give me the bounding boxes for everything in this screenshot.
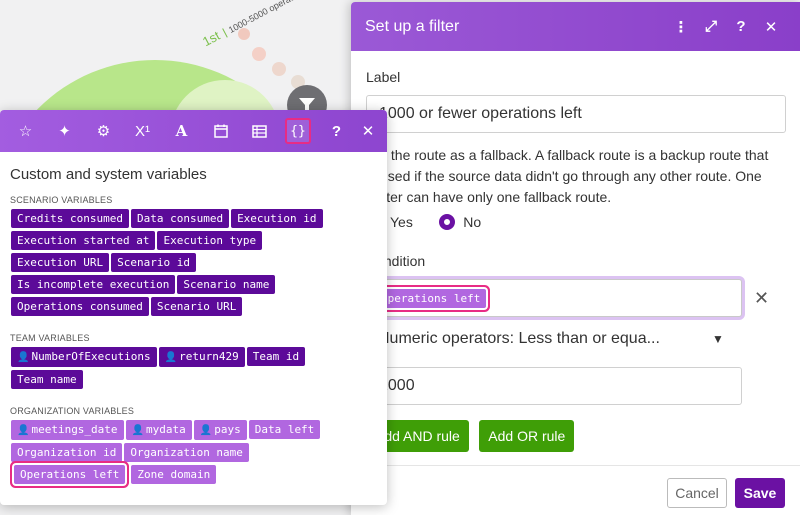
variable-pill[interactable]: Team name <box>11 370 83 389</box>
filter-panel-footer: Cancel Save <box>351 465 800 515</box>
help-icon[interactable]: ? <box>317 115 356 147</box>
variables-picker-panel: ☆ ✦ ⚙ X¹ A {} ? ✕ Custom and system vari… <box>0 110 387 505</box>
user-icon: 👤 <box>17 352 30 363</box>
custom-variable-pill[interactable]: 👤 pays <box>193 420 247 440</box>
custom-variable-pill[interactable]: 👤 return429 <box>158 347 245 367</box>
route-name: 1000-5000 operations <box>222 0 309 38</box>
variable-pill[interactable]: Execution type <box>157 231 263 250</box>
variables-icon[interactable]: {} <box>285 118 311 144</box>
filter-panel-title: Set up a filter <box>365 17 460 35</box>
variable-pill[interactable]: Scenario name <box>177 275 276 294</box>
user-icon: 👤 <box>164 352 178 363</box>
fallback-description: Set the route as a fallback. A fallback … <box>366 147 769 205</box>
fallback-radio-group: Yes No <box>366 214 785 235</box>
superscript-icon[interactable]: X¹ <box>123 115 162 147</box>
variable-pill[interactable]: Execution URL <box>11 253 110 272</box>
route-dot <box>252 47 266 61</box>
calendar-icon[interactable] <box>201 115 240 147</box>
fallback-no-radio[interactable]: No <box>439 214 481 230</box>
filter-setup-panel: Set up a filter ⋮ ⤢ ? ✕ Label 1000 or fe… <box>351 2 800 515</box>
group-title-team: TEAM VARIABLES <box>10 333 90 343</box>
variable-pill[interactable]: Credits consumed <box>11 209 129 228</box>
variable-pill[interactable]: Organization id <box>11 443 123 462</box>
variable-pill[interactable]: Execution id <box>231 209 323 228</box>
custom-variable-pill[interactable]: 👤 meetings_date <box>11 420 124 440</box>
cancel-button[interactable]: Cancel <box>667 478 727 508</box>
variable-pill[interactable]: Is incomplete execution <box>11 275 176 294</box>
sparkle-icon[interactable]: ✦ <box>45 115 84 147</box>
custom-variable-pill[interactable]: 👤 mydata <box>125 420 192 440</box>
variable-pill[interactable]: Data consumed <box>130 209 230 228</box>
compare-value-input[interactable]: 1000 <box>366 367 742 405</box>
team-variables-list: 👤 NumberOfExecutions 👤 return429 Team id Tea… <box>0 347 360 392</box>
variables-picker-toolbar: ☆ ✦ ⚙ X¹ A {} ? ✕ <box>0 110 387 152</box>
route-order: 1st <box>200 27 223 50</box>
help-icon[interactable]: ? <box>726 18 756 35</box>
user-icon: 👤 <box>199 425 213 436</box>
operator-select[interactable]: Numeric operators: Less than or equa... … <box>366 321 785 357</box>
gear-icon[interactable]: ⚙ <box>84 115 123 147</box>
variable-pill[interactable]: Data left <box>248 420 321 439</box>
star-icon[interactable]: ☆ <box>6 115 45 147</box>
condition-heading: Condition <box>366 253 426 269</box>
add-or-rule-button[interactable]: Add OR rule <box>479 420 575 452</box>
user-icon: 👤 <box>131 425 144 436</box>
variable-pill[interactable]: Scenario URL <box>150 297 243 316</box>
custom-variable-pill[interactable]: 👤 NumberOfExecutions <box>11 347 157 367</box>
label-input[interactable]: 1000 or fewer operations left <box>366 95 786 133</box>
save-button[interactable]: Save <box>735 478 785 508</box>
variable-pill[interactable]: Execution started at <box>11 231 156 250</box>
variable-pill[interactable]: Operations consumed <box>11 297 149 316</box>
table-icon[interactable] <box>240 115 279 147</box>
variable-pill-selected[interactable]: Operations left <box>14 465 126 484</box>
variable-pill[interactable]: Organization name <box>124 443 249 462</box>
route-dot <box>272 62 286 76</box>
operator-select-value: Numeric operators: Less than or equa... <box>378 330 660 347</box>
delete-condition-icon[interactable]: ✕ <box>754 288 769 309</box>
scenario-variables-list: Credits consumed Data consumed Execution i… <box>0 209 360 319</box>
group-title-scenario: SCENARIO VARIABLES <box>10 195 113 205</box>
expand-icon[interactable]: ⤢ <box>696 18 726 35</box>
variable-pill[interactable]: Zone domain <box>131 465 217 484</box>
variable-pill[interactable]: Scenario id <box>111 253 196 272</box>
chevron-down-icon: ▼ <box>712 332 724 346</box>
variables-title: Custom and system variables <box>10 166 207 183</box>
group-title-organization: ORGANIZATION VARIABLES <box>10 406 135 416</box>
user-icon: 👤 <box>17 425 30 436</box>
condition-variable-pill[interactable]: Operations left <box>375 288 487 308</box>
route-label[interactable]: 1st1000-5000 operations <box>200 0 309 49</box>
organization-variables-list: 👤 meetings_date 👤 mydata 👤 pays Data left Orga… <box>0 420 360 487</box>
close-icon[interactable]: ✕ <box>356 115 380 147</box>
close-icon[interactable]: ✕ <box>756 18 786 36</box>
more-icon[interactable]: ⋮ <box>666 18 696 36</box>
text-icon[interactable]: A <box>162 115 201 147</box>
label-heading: Label <box>366 69 401 85</box>
condition-operand-input[interactable]: Operations left <box>366 279 742 317</box>
variable-pill[interactable]: Team id <box>246 347 306 366</box>
filter-panel-header: Set up a filter ⋮ ⤢ ? ✕ <box>351 2 800 51</box>
